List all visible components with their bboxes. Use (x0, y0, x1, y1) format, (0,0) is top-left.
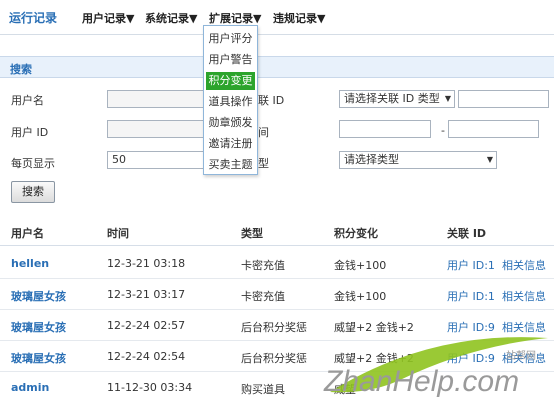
menu-user-records[interactable]: 用户记录▼ (82, 10, 134, 26)
row-related-info-link[interactable]: 相关信息 (502, 350, 546, 366)
table-row: admin 11-12-30 03:34 购买道具 威望 (0, 372, 554, 400)
top-navigation: 运行记录 用户记录▼ 系统记录▼ 扩展记录▼ 违规记录▼ (0, 0, 554, 34)
page-title: 运行记录 (9, 11, 58, 25)
pagesize-label: 每页显示 (11, 157, 55, 170)
chevron-down-icon: ▼ (486, 155, 493, 164)
dropdown-item-invite-register[interactable]: 邀请注册 (206, 135, 255, 153)
row-change: 金钱+100 (334, 259, 387, 272)
row-related-id-link[interactable]: 用户 ID:1 (447, 257, 495, 273)
row-time: 11-12-30 03:34 (107, 381, 193, 394)
row-change: 威望+2 金钱+2 (334, 321, 414, 334)
menu-extension-records[interactable]: 扩展记录▼ (209, 10, 261, 26)
row-change: 威望+2 金钱+2 (334, 352, 414, 365)
row-change: 威望 (334, 383, 356, 396)
row-username-link[interactable]: admin (11, 381, 49, 394)
row-change: 金钱+100 (334, 290, 387, 303)
dropdown-item-user-rating[interactable]: 用户评分 (206, 30, 255, 48)
related-id-type-value: 请选择关联 ID 类型 (344, 92, 440, 105)
row-related-id-link[interactable]: 用户 ID:1 (447, 288, 495, 304)
time-start-input[interactable] (339, 120, 431, 138)
menu-violation-records[interactable]: 违规记录▼ (273, 10, 325, 26)
table-row: hellen 12-3-21 03:18 卡密充值 金钱+100 用户 ID:1… (0, 248, 554, 279)
row-username-link[interactable]: 玻璃屋女孩 (11, 350, 66, 366)
row-type: 卡密充值 (241, 290, 285, 303)
row-username-link[interactable]: 玻璃屋女孩 (11, 288, 66, 304)
table-row: 玻璃屋女孩 12-3-21 03:17 卡密充值 金钱+100 用户 ID:1 … (0, 279, 554, 310)
dropdown-item-tool-operation[interactable]: 道具操作 (206, 93, 255, 111)
row-type: 后台积分奖惩 (241, 321, 307, 334)
table-row: 玻璃屋女孩 12-2-24 02:57 后台积分奖惩 威望+2 金钱+2 用户 … (0, 310, 554, 341)
time-range-dash: - (441, 124, 445, 137)
search-button[interactable]: 搜索 (11, 181, 55, 203)
column-header-change: 积分变化 (334, 227, 378, 240)
table-row: 玻璃屋女孩 12-2-24 02:54 后台积分奖惩 威望+2 金钱+2 用户 … (0, 341, 554, 372)
time-label: 间 (258, 126, 269, 139)
dropdown-item-credit-change[interactable]: 积分变更 (206, 72, 255, 90)
column-header-type: 类型 (241, 227, 263, 240)
dropdown-item-medal-award[interactable]: 勋章颁发 (206, 114, 255, 132)
row-type: 卡密充值 (241, 259, 285, 272)
time-end-input[interactable] (448, 120, 539, 138)
row-username-link[interactable]: hellen (11, 257, 49, 270)
search-section-title: 搜索 (10, 63, 32, 76)
row-related-id-link[interactable]: 用户 ID:9 (447, 350, 495, 366)
row-username-link[interactable]: 玻璃屋女孩 (11, 319, 66, 335)
nav-divider (0, 34, 554, 35)
extension-records-dropdown: 用户评分 用户警告 积分变更 道具操作 勋章颁发 邀请注册 买卖主题 (203, 25, 258, 175)
type-select[interactable]: 请选择类型 ▼ (339, 151, 497, 169)
type-label: 型 (258, 157, 269, 170)
row-related-id-link[interactable]: 用户 ID:9 (447, 319, 495, 335)
table-header: 用户名 时间 类型 积分变化 关联 ID (0, 216, 554, 246)
related-id-input[interactable] (458, 90, 549, 108)
row-related-info-link[interactable]: 相关信息 (502, 288, 546, 304)
row-related-info-link[interactable]: 相关信息 (502, 319, 546, 335)
type-select-value: 请选择类型 (344, 153, 399, 166)
dropdown-item-user-warning[interactable]: 用户警告 (206, 51, 255, 69)
related-id-type-select[interactable]: 请选择关联 ID 类型 ▼ (339, 90, 455, 108)
column-header-username: 用户名 (11, 227, 44, 240)
related-id-label: 联 ID (258, 94, 285, 107)
column-header-time: 时间 (107, 227, 129, 240)
dropdown-item-trade-thread[interactable]: 买卖主题 (206, 156, 255, 174)
row-time: 12-2-24 02:57 (107, 319, 186, 332)
row-related-info-link[interactable]: 相关信息 (502, 257, 546, 273)
row-type: 购买道具 (241, 383, 285, 396)
row-time: 12-3-21 03:17 (107, 288, 186, 301)
menu-system-records[interactable]: 系统记录▼ (145, 10, 197, 26)
row-type: 后台积分奖惩 (241, 352, 307, 365)
chevron-down-icon: ▼ (444, 94, 451, 103)
row-time: 12-3-21 03:18 (107, 257, 186, 270)
username-label: 用户名 (11, 94, 44, 107)
row-time: 12-2-24 02:54 (107, 350, 186, 363)
column-header-related-id: 关联 ID (447, 227, 487, 240)
search-section-header: 搜索 (0, 56, 554, 78)
userid-label: 用户 ID (11, 126, 49, 139)
